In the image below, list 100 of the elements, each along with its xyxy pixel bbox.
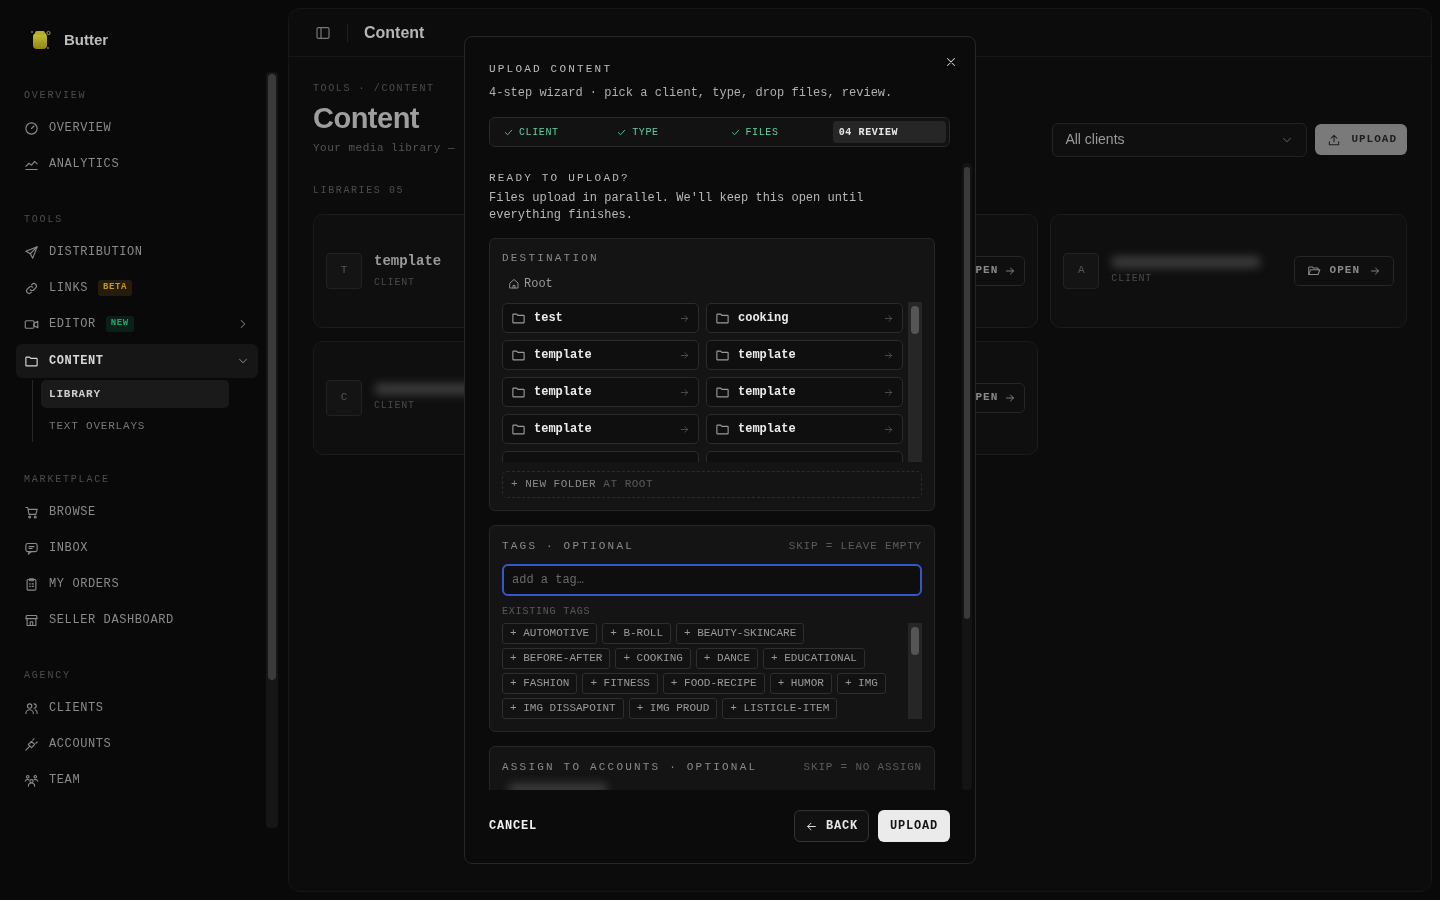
step-tab[interactable]: 04 REVIEW [832, 121, 946, 143]
arrow-right-icon [679, 423, 690, 435]
avatar: A [1063, 252, 1100, 289]
page-title: Content [364, 22, 425, 43]
nav-item[interactable]: INBOX [16, 530, 258, 566]
storefront-icon [24, 612, 39, 628]
arrow-right-icon [1004, 264, 1017, 277]
cart-icon [24, 504, 39, 520]
subsection-label: EXISTING TAGS [502, 605, 592, 618]
tag-chip[interactable]: + DANCE [695, 647, 759, 669]
folder-button[interactable]: test [502, 303, 699, 333]
client-select[interactable]: All clients [1052, 122, 1308, 157]
nav-item[interactable]: EDITOR NEW [16, 306, 258, 342]
tag-chip[interactable]: + BEAUTY-SKINCARE [676, 622, 805, 644]
nav-item[interactable]: DISTRIBUTION [16, 234, 258, 270]
arrow-right-icon [883, 312, 894, 324]
folder-button[interactable]: template [502, 340, 699, 370]
folder-button[interactable]: template [502, 414, 699, 444]
upload-button[interactable]: UPLOAD [1315, 124, 1407, 155]
brand-name: Butter [64, 29, 109, 50]
folder-button[interactable]: cooking [706, 303, 903, 333]
library-type: CLIENT [374, 398, 416, 413]
tag-chip[interactable]: + COOKING [615, 647, 691, 669]
link-icon [24, 280, 39, 296]
scrollbar[interactable] [908, 302, 922, 462]
panel-title: TAGS · OPTIONAL [502, 539, 635, 554]
tag-chip[interactable]: + IMG PROUD [628, 697, 718, 719]
nav-subitem[interactable]: TEXT OVERLAYS [41, 410, 229, 442]
folder-button[interactable]: template [706, 377, 903, 407]
open-button[interactable]: OPEN [1293, 255, 1394, 286]
tag-chip[interactable]: + IMG [836, 672, 886, 694]
folder-button[interactable]: template [706, 340, 903, 370]
step-tab[interactable]: TYPE [606, 121, 720, 143]
page-subtitle: Your media library — [313, 141, 456, 156]
nav-item[interactable]: ANALYTICS [16, 146, 258, 182]
nav-item[interactable]: MY ORDERS [16, 566, 258, 602]
nav-item[interactable]: SELLER DASHBOARD [16, 602, 258, 638]
nav-item[interactable]: OVERVIEW [16, 110, 258, 146]
nav-item[interactable]: LINKS BETA [16, 270, 258, 306]
library-type: CLIENT [1111, 271, 1154, 286]
scrollbar-thumb[interactable] [964, 167, 970, 619]
arrow-right-icon [679, 312, 690, 324]
folder-button[interactable]: template [502, 377, 699, 407]
sidebar-toggle-icon [315, 24, 331, 41]
folder-icon [511, 384, 526, 400]
nav-item[interactable]: ACCOUNTS [16, 726, 258, 762]
tag-chip[interactable]: + HUMOR [769, 672, 832, 694]
description-text: Files upload in parallel. We'll keep this open until everything finishes. [489, 190, 865, 224]
arrow-right-icon [1004, 391, 1017, 404]
nav-subitem[interactable]: LIBRARY [41, 380, 229, 408]
folder-icon [715, 310, 730, 326]
tag-chip[interactable]: + EDUCATIONAL [763, 647, 865, 669]
tag-chip[interactable]: + FASHION [502, 672, 578, 694]
close-button[interactable] [944, 55, 958, 69]
tag-chip[interactable]: + FOOD-RECIPE [662, 672, 765, 694]
scrollbar-thumb[interactable] [911, 626, 919, 655]
back-button[interactable]: BACK [793, 810, 869, 842]
breadcrumb-text: TOOLS · /CONTENT [313, 82, 436, 96]
folder-icon [511, 347, 526, 363]
clipboard-icon [24, 576, 39, 592]
dialog-title: UPLOAD CONTENT [489, 62, 614, 76]
library-type: CLIENT [374, 276, 416, 290]
nav-item[interactable]: CLIENTS [16, 690, 258, 726]
open-folder-icon [1306, 263, 1321, 278]
tag-chip[interactable]: + LISTICLE-ITEM [722, 697, 838, 719]
scrollbar-thumb[interactable] [911, 306, 919, 334]
section-title: TOOLS [23, 213, 64, 227]
nav-item[interactable]: BROWSE [16, 494, 258, 530]
folder-icon [715, 347, 730, 363]
close-icon [944, 55, 958, 69]
scrollbar[interactable] [908, 622, 922, 719]
cancel-button[interactable]: CANCEL [477, 817, 549, 835]
new-folder-button[interactable]: + NEW FOLDER AT ROOT [502, 471, 922, 498]
section-title: MARKETPLACE [23, 473, 111, 487]
step-tab[interactable]: CLIENT [493, 121, 607, 143]
arrow-right-icon [679, 386, 690, 398]
upload-button[interactable]: UPLOAD [878, 810, 950, 842]
tag-chip[interactable]: + AUTOMOTIVE [502, 622, 598, 644]
arrow-right-icon [883, 386, 894, 398]
scrollbar-thumb[interactable] [268, 74, 276, 680]
scrollbar[interactable] [266, 72, 278, 828]
folder-icon [24, 353, 39, 369]
folder-icon [511, 421, 526, 437]
tag-chip[interactable]: + B-ROLL [602, 622, 672, 644]
home-icon [508, 278, 520, 290]
library-name: template [374, 252, 442, 271]
folder-button[interactable]: template [706, 414, 903, 444]
status-badge: BETA [98, 280, 133, 296]
folder-icon [715, 421, 730, 437]
tag-chip[interactable]: + IMG DISSAPOINT [502, 697, 624, 719]
nav-item[interactable]: CONTENT [16, 344, 258, 378]
scrollbar[interactable] [962, 163, 972, 790]
tag-chip[interactable]: + FITNESS [582, 672, 658, 694]
breadcrumb-link[interactable]: Root [502, 275, 553, 293]
arrow-right-icon [883, 349, 894, 361]
tag-chip[interactable]: + BEFORE-AFTER [502, 647, 611, 669]
step-tab[interactable]: FILES [719, 121, 833, 143]
tag-input[interactable]: add a tag… [502, 563, 922, 596]
nav-item[interactable]: TEAM [16, 762, 258, 798]
page-heading: Content [313, 101, 421, 136]
